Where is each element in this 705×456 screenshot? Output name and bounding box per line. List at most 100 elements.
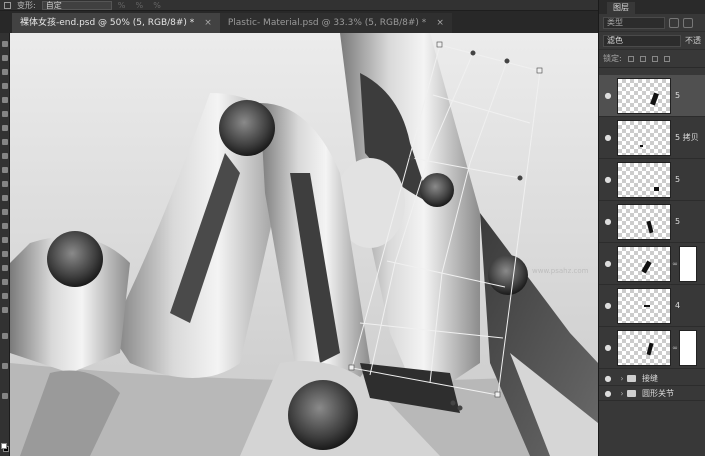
shin-joint	[288, 380, 358, 450]
adjustment-filter-icon[interactable]	[683, 17, 693, 28]
crop-tool-icon[interactable]	[2, 97, 8, 103]
type-tool-icon[interactable]	[2, 251, 8, 257]
chevron-right-icon[interactable]: ›	[617, 389, 627, 398]
layer-name[interactable]: 5	[671, 91, 680, 100]
lock-transparent-icon[interactable]	[627, 55, 634, 62]
close-icon[interactable]: ×	[204, 13, 212, 33]
layer-mask-thumbnail[interactable]	[679, 329, 697, 366]
layer-name[interactable]: 5 拷贝	[671, 132, 699, 143]
link-icon[interactable]: ∞	[671, 344, 679, 352]
eye-icon[interactable]: ●	[599, 133, 617, 142]
eye-icon[interactable]: ●	[599, 259, 617, 268]
watermark-text: www.psahz.com	[532, 267, 589, 275]
hip-joint	[420, 173, 454, 207]
tab-plastic-material[interactable]: Plastic- Material.psd @ 33.3% (5, RGB/8#…	[219, 13, 452, 33]
eyedropper-tool-icon[interactable]	[2, 111, 8, 117]
layer-row[interactable]: ● 5 拷贝	[599, 117, 705, 159]
layer-thumbnail	[617, 161, 671, 198]
panel-tab-bar: 图层	[599, 0, 705, 14]
layer-row[interactable]: ● ∞	[599, 327, 705, 369]
layer-row[interactable]: ● ∞	[599, 243, 705, 285]
layer-thumbnail	[617, 287, 671, 324]
ankle-joint	[47, 231, 103, 287]
options-bar: 变形: 自定 % % %	[0, 0, 598, 11]
link-icon[interactable]: ∞	[671, 260, 679, 268]
eye-icon[interactable]: ●	[599, 301, 617, 310]
zoom-tool-icon[interactable]	[2, 307, 8, 313]
lock-row: 锁定:	[599, 50, 705, 68]
document-canvas[interactable]: www.psahz.com	[10, 33, 598, 456]
layer-group-row[interactable]: ● › 接缝	[599, 371, 705, 386]
tab-layers[interactable]: 图层	[607, 2, 635, 14]
dodge-tool-icon[interactable]	[2, 223, 8, 229]
healing-brush-tool-icon[interactable]	[2, 125, 8, 131]
kind-filter-select[interactable]: 类型	[603, 16, 665, 29]
eye-icon[interactable]: ●	[599, 91, 617, 100]
knee-joint	[219, 100, 275, 156]
path-selection-tool-icon[interactable]	[2, 265, 8, 271]
eraser-tool-icon[interactable]	[2, 181, 8, 187]
tab-label: Plastic- Material.psd @ 33.3% (5, RGB/8#…	[227, 18, 427, 28]
eye-icon[interactable]: ●	[599, 175, 617, 184]
tab-label: 裸体女孩-end.psd @ 50% (5, RGB/8#) *	[20, 18, 195, 28]
eye-icon[interactable]: ●	[599, 217, 617, 226]
shape-tool-icon[interactable]	[2, 279, 8, 285]
layer-thumbnail	[617, 203, 671, 240]
layer-thumbnail	[617, 329, 671, 366]
brush-tool-icon[interactable]	[2, 139, 8, 145]
eye-icon[interactable]: ●	[599, 389, 617, 398]
layer-row[interactable]: ● 5	[599, 159, 705, 201]
lock-label: 锁定:	[603, 54, 622, 63]
group-name[interactable]: 接缝	[642, 373, 658, 384]
layer-thumbnail	[617, 245, 671, 282]
layer-row[interactable]: ● 5	[599, 201, 705, 243]
lock-position-icon[interactable]	[651, 55, 658, 62]
opacity-label: 不透	[685, 36, 701, 45]
quick-select-tool-icon[interactable]	[2, 83, 8, 89]
layer-thumbnail	[617, 77, 671, 114]
options-hidden-controls: % % %	[117, 0, 161, 10]
chevron-right-icon[interactable]: ›	[617, 374, 627, 383]
lock-pixels-icon[interactable]	[639, 55, 646, 62]
gradient-tool-icon[interactable]	[2, 195, 8, 201]
close-icon[interactable]: ×	[436, 13, 444, 33]
pen-tool-icon[interactable]	[2, 237, 8, 243]
move-tool-icon[interactable]	[2, 41, 8, 47]
clone-stamp-tool-icon[interactable]	[2, 153, 8, 159]
foreground-color-swatch[interactable]	[1, 443, 7, 449]
eye-icon[interactable]: ●	[599, 374, 617, 383]
blend-row: 滤色 不透	[599, 32, 705, 50]
document-tab-bar: 裸体女孩-end.psd @ 50% (5, RGB/8#) * × Plast…	[0, 11, 598, 33]
lasso-tool-icon[interactable]	[2, 69, 8, 75]
blend-mode-select[interactable]: 滤色	[603, 34, 681, 47]
lock-all-icon[interactable]	[663, 55, 670, 62]
folder-icon	[627, 389, 636, 397]
hand-tool-icon[interactable]	[2, 293, 8, 299]
screen-mode-icon[interactable]	[2, 393, 8, 399]
quick-mask-icon[interactable]	[2, 363, 8, 369]
layer-name[interactable]: 5	[671, 217, 680, 226]
edit-toolbar-icon[interactable]	[2, 333, 8, 339]
layer-row[interactable]: ● 5	[599, 75, 705, 117]
layer-name[interactable]: 4	[671, 301, 680, 310]
layer-filter-row: 类型	[599, 14, 705, 32]
elbow-joint	[488, 255, 528, 295]
layer-group-row[interactable]: ● › 圆形关节	[599, 386, 705, 401]
layer-name[interactable]: 5	[671, 175, 680, 184]
transform-reference-icon[interactable]	[4, 1, 11, 9]
layers-panel: 图层 类型 滤色 不透 锁定: ● 5 ● 5 拷贝 ● 5 ● 5 ● ∞ ●…	[598, 0, 705, 456]
eye-icon[interactable]: ●	[599, 343, 617, 352]
folder-icon	[627, 374, 636, 382]
blur-tool-icon[interactable]	[2, 209, 8, 215]
tab-main-document[interactable]: 裸体女孩-end.psd @ 50% (5, RGB/8#) * ×	[12, 13, 220, 33]
layer-row[interactable]: ● 4	[599, 285, 705, 327]
pixel-filter-icon[interactable]	[669, 17, 679, 28]
marquee-tool-icon[interactable]	[2, 55, 8, 61]
artwork: www.psahz.com	[10, 33, 598, 456]
group-name[interactable]: 圆形关节	[642, 388, 674, 399]
layer-thumbnail	[617, 119, 671, 156]
layer-mask-thumbnail[interactable]	[679, 245, 697, 282]
warp-label: 变形:	[17, 0, 36, 10]
history-brush-tool-icon[interactable]	[2, 167, 8, 173]
warp-mode-select[interactable]: 自定	[41, 0, 112, 10]
